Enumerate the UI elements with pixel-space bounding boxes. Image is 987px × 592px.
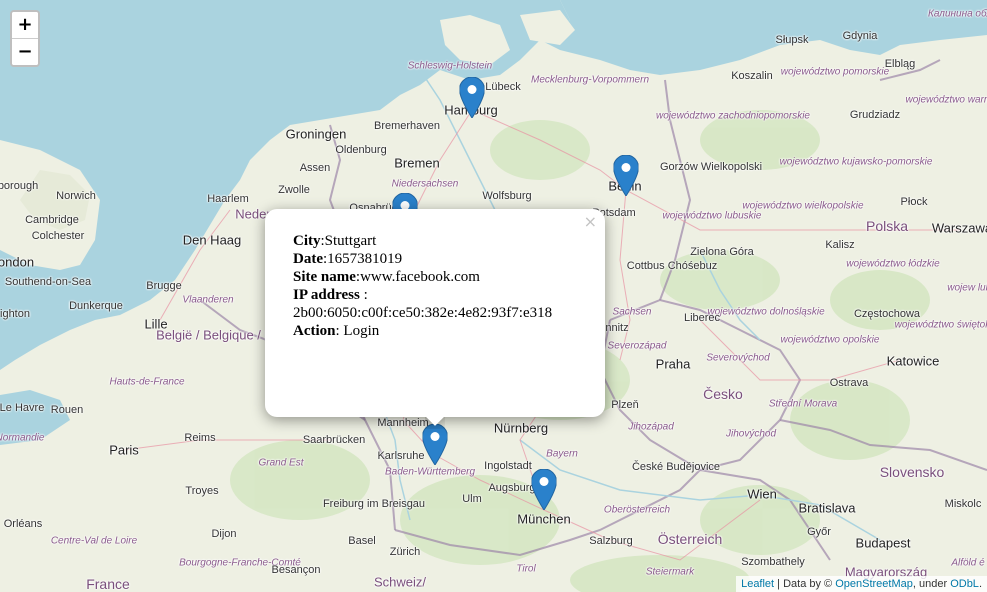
popup-city-value: Stuttgart: [324, 233, 377, 249]
map-marker-icon[interactable]: [613, 155, 639, 196]
map-marker-icon[interactable]: [459, 77, 485, 118]
popup-ip-value: 2b00:6050:c00f:ce50:382e:4e82:93f7:e318: [293, 305, 553, 321]
openstreetmap-link[interactable]: OpenStreetMap: [835, 578, 913, 590]
popup-date-row: Date:1657381019: [293, 251, 403, 267]
map-marker-icon[interactable]: [422, 424, 448, 465]
popup-city-label: City: [293, 233, 321, 249]
zoom-out-button[interactable]: −: [12, 38, 38, 65]
popup-ip-row: IP address :: [293, 286, 585, 304]
popup-city-row: City:Stuttgart: [293, 233, 377, 249]
popup-site-label: Site name: [293, 269, 356, 285]
popup-ip-label: IP address: [293, 287, 360, 303]
attribution: Leaflet | Data by © OpenStreetMap, under…: [736, 576, 987, 592]
popup-action-value: Login: [343, 323, 380, 339]
zoom-in-button[interactable]: +: [12, 12, 38, 38]
attribution-under: , under: [912, 578, 951, 590]
popup-close-button[interactable]: ×: [584, 213, 597, 231]
popup-action-label: Action: [293, 323, 336, 339]
zoom-control: + −: [10, 10, 40, 67]
info-popup: × City:Stuttgart Date:1657381019 Site na…: [265, 209, 605, 417]
popup-site-value: www.facebook.com: [360, 269, 480, 285]
popup-action-row: Action: Login: [293, 323, 380, 339]
popup-ip-separator: :: [359, 287, 368, 303]
popup-date-label: Date: [293, 251, 323, 267]
odbl-link[interactable]: ODbL: [950, 578, 979, 590]
map-container[interactable]: Słupsk Gdynia Калинина обл Elbląg Koszalin wo…: [0, 0, 987, 592]
popup-tip: [425, 417, 445, 429]
popup-date-value: 1657381019: [327, 251, 403, 267]
map-marker-icon[interactable]: [531, 469, 557, 510]
popup-site-row: Site name:www.facebook.com: [293, 269, 480, 285]
leaflet-link[interactable]: Leaflet: [741, 578, 774, 590]
attribution-text: | Data by ©: [774, 578, 836, 590]
